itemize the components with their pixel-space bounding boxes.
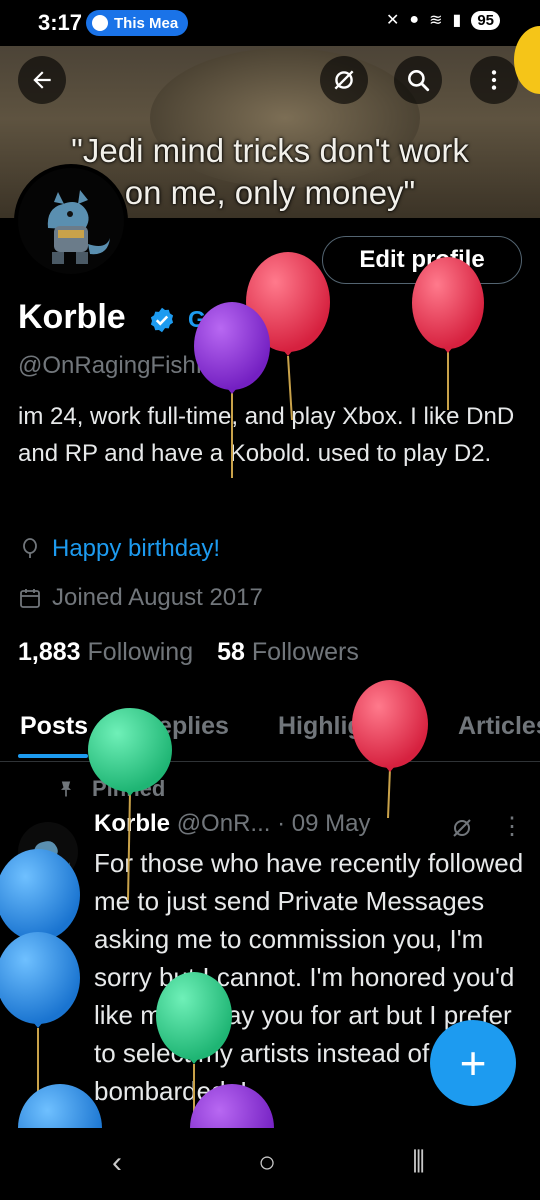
status-bar: 3:17 This Mea ✕ ● ≋ ▮ 95 <box>0 0 540 46</box>
balloon-icon <box>23 538 37 558</box>
post-author-name[interactable]: Korble <box>94 810 170 837</box>
pin-icon <box>61 781 71 797</box>
compose-post-button[interactable]: + <box>430 1020 516 1106</box>
calendar-icon <box>20 589 40 608</box>
followers-label: Followers <box>251 638 359 666</box>
followers-count: 58 <box>217 638 245 666</box>
system-navigation-bar: ‹ ○ ⦀ <box>0 1128 540 1200</box>
get-verified-link[interactable]: Get Verified <box>188 306 316 333</box>
more-vertical-icon <box>491 70 497 90</box>
post-grok-icon[interactable] <box>450 816 474 840</box>
grok-icon <box>334 70 354 90</box>
following-count: 1,883 <box>18 638 81 666</box>
post-more-icon[interactable]: ⋮ <box>500 812 524 841</box>
post-author-avatar[interactable] <box>18 822 78 882</box>
post-header: Korble @OnR... · 09 May <box>94 810 370 838</box>
location-icon: ● <box>409 11 420 28</box>
birthday-row: Happy birthday! <box>18 535 220 563</box>
following-link[interactable]: 1,883 Following <box>18 638 193 667</box>
post-date[interactable]: · 09 May <box>277 810 370 837</box>
tab-replies[interactable]: Replies <box>140 712 229 741</box>
more-options-button[interactable] <box>470 56 518 104</box>
nav-recents-icon[interactable]: ⦀ <box>412 1146 425 1180</box>
balloon-blue-3 <box>18 1084 102 1128</box>
search-icon <box>408 70 430 92</box>
active-tab-indicator <box>18 754 88 758</box>
profile-avatar[interactable] <box>14 164 128 278</box>
follow-counts: 1,883 Following 58 Followers <box>18 638 359 667</box>
joined-row: Joined August 2017 <box>18 584 263 612</box>
balloon-blue-2 <box>0 932 80 1100</box>
nav-back-icon[interactable]: ‹ <box>112 1146 122 1180</box>
media-playing-pill[interactable]: This Mea <box>86 10 189 36</box>
tab-articles[interactable]: Articles <box>458 712 540 741</box>
post-author-handle[interactable]: @OnR... <box>177 810 271 837</box>
kobold-avatar-small <box>33 841 70 872</box>
followers-link[interactable]: 58 Followers <box>217 638 359 667</box>
pinned-indicator: Pinned <box>56 776 165 802</box>
kobold-avatar-image <box>18 168 124 274</box>
profile-handle: @OnRagingFishFTW <box>18 352 248 379</box>
battery-indicator: 95 <box>471 10 500 30</box>
balloon-red-1 <box>246 252 330 421</box>
pinned-label: Pinned <box>92 776 166 801</box>
back-arrow-icon <box>33 71 51 89</box>
status-icons: ✕ ● ≋ ▮ 95 <box>386 10 500 30</box>
mute-icon: ✕ <box>386 12 400 29</box>
tab-highlights[interactable]: Highlights <box>278 712 400 741</box>
joined-text: Joined August 2017 <box>52 584 263 611</box>
profile-name: Korble <box>18 298 126 336</box>
search-button[interactable] <box>394 56 442 104</box>
status-time: 3:17 <box>38 10 83 35</box>
nav-home-icon[interactable]: ○ <box>258 1146 276 1180</box>
spotify-icon <box>92 15 108 31</box>
tab-posts[interactable]: Posts <box>20 712 88 741</box>
profile-tabs: Posts Replies Highlights Articles <box>0 702 540 762</box>
profile-bio: im 24, work full-time, and play Xbox. I … <box>18 403 515 467</box>
birthday-text[interactable]: Happy birthday! <box>52 535 220 563</box>
media-pill-label: This Mea <box>114 14 179 32</box>
edit-profile-button[interactable]: Edit profile <box>322 236 522 284</box>
verified-badge-icon[interactable] <box>148 306 176 334</box>
following-label: Following <box>87 638 194 666</box>
signal-icon: ▮ <box>452 12 462 29</box>
wifi-icon: ≋ <box>429 12 443 29</box>
grok-button[interactable] <box>320 56 368 104</box>
back-button[interactable] <box>18 56 66 104</box>
